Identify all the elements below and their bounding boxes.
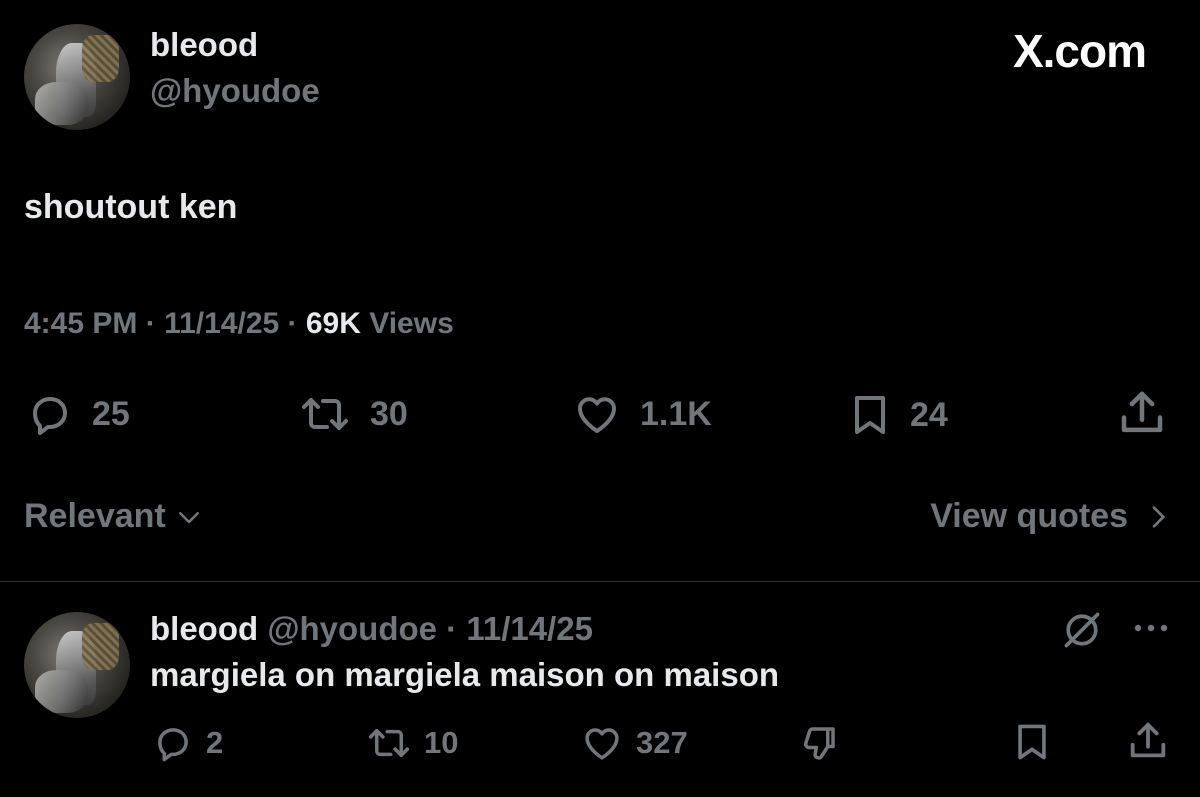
- post-text: shoutout ken: [24, 188, 238, 226]
- meta-separator: ·: [137, 307, 165, 340]
- post-time[interactable]: 4:45 PM: [24, 307, 137, 340]
- author-name[interactable]: bleood: [150, 26, 258, 64]
- reply-repost-count: 10: [424, 725, 459, 760]
- reply-text: margiela on margiela maison on maison: [150, 656, 780, 693]
- reply-author-handle[interactable]: @hyoudoe: [267, 610, 437, 647]
- bookmark-action[interactable]: 24: [846, 390, 948, 440]
- author-handle[interactable]: @hyoudoe: [150, 72, 320, 110]
- like-action[interactable]: 1.1K: [570, 390, 712, 438]
- chevron-right-icon: [1146, 501, 1170, 533]
- repost-icon: [364, 722, 414, 764]
- reply-action[interactable]: 25: [24, 390, 130, 438]
- reply-date[interactable]: 11/14/25: [466, 610, 593, 647]
- meta-separator: ·: [279, 307, 306, 340]
- divider: [0, 581, 1200, 582]
- sort-label: Relevant: [24, 497, 166, 535]
- reply-like-action[interactable]: 327: [578, 722, 688, 764]
- share-icon[interactable]: [1124, 718, 1172, 764]
- reply-reply-count: 2: [206, 725, 224, 760]
- reply-like-count: 327: [636, 725, 688, 760]
- views-count[interactable]: 69K: [306, 307, 361, 340]
- views-label: Views: [360, 307, 454, 340]
- post-meta: 4:45 PM · 11/14/25 · 69K Views: [24, 307, 454, 341]
- reply-header: bleood @hyoudoe · 11/14/25: [150, 610, 593, 648]
- view-quotes-link[interactable]: View quotes: [930, 497, 1170, 536]
- heart-icon: [578, 722, 626, 764]
- brand-watermark: X.com: [1012, 25, 1147, 77]
- meta-separator: ·: [437, 610, 467, 647]
- reply-count: 25: [92, 394, 130, 433]
- bookmark-count: 24: [910, 395, 948, 434]
- heart-icon: [570, 390, 624, 438]
- repost-icon: [296, 390, 354, 438]
- share-icon[interactable]: [1114, 386, 1170, 440]
- author-avatar[interactable]: [24, 24, 130, 130]
- bookmark-icon: [846, 390, 894, 440]
- more-icon[interactable]: [1132, 620, 1172, 636]
- reply-avatar[interactable]: [24, 612, 130, 718]
- reply-icon: [24, 390, 76, 438]
- reply-reply-action[interactable]: 2: [150, 722, 223, 764]
- like-count: 1.1K: [640, 394, 712, 433]
- view-quotes-label: View quotes: [930, 497, 1128, 535]
- post-date[interactable]: 11/14/25: [164, 307, 279, 340]
- chevron-down-icon: [174, 502, 204, 532]
- reply-author-name[interactable]: bleood: [150, 610, 258, 647]
- bookmark-icon[interactable]: [1010, 720, 1054, 764]
- sort-dropdown[interactable]: Relevant: [24, 497, 204, 536]
- repost-count: 30: [370, 394, 408, 433]
- dislike-icon[interactable]: [796, 722, 842, 764]
- reply-icon: [150, 722, 196, 764]
- reply-repost-action[interactable]: 10: [364, 722, 458, 764]
- grok-icon[interactable]: [1060, 608, 1104, 652]
- repost-action[interactable]: 30: [296, 390, 408, 438]
